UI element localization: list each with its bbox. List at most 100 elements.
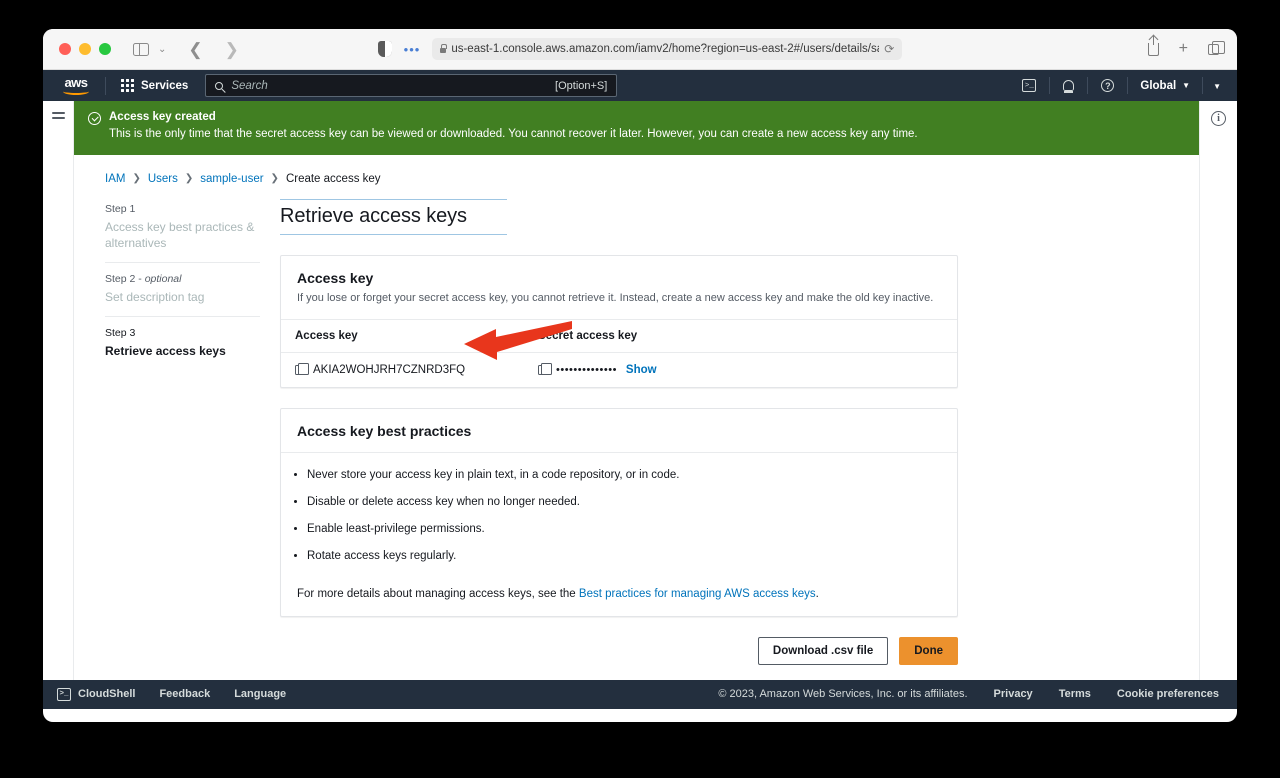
more-details-suffix: . <box>815 587 819 600</box>
right-rail-top: i <box>1199 101 1237 155</box>
table-row: AKIA2WOHJRH7CZNRD3FQ •••••••••••••• Show <box>281 353 957 387</box>
close-window-button[interactable] <box>59 43 71 55</box>
cloudshell-icon: >_ <box>57 687 71 701</box>
search-input[interactable]: Search [Option+S] <box>205 74 618 97</box>
best-practices-link[interactable]: Best practices for managing AWS access k… <box>579 588 816 600</box>
banner-title: Access key created <box>109 111 216 123</box>
back-chevron-icon[interactable]: ❮ <box>188 41 202 58</box>
breadcrumb: IAM ❯ Users ❯ sample-user ❯ Create acces… <box>74 155 1199 185</box>
access-key-id-value: AKIA2WOHJRH7CZNRD3FQ <box>313 363 466 376</box>
maximize-window-button[interactable] <box>99 43 111 55</box>
hamburger-menu-icon[interactable] <box>51 112 65 155</box>
tabs-icon[interactable] <box>1208 41 1225 55</box>
step-1-name: Access key best practices & alternatives <box>105 219 255 251</box>
share-icon[interactable] <box>1147 35 1159 56</box>
best-practices-card-header: Access key best practices <box>281 409 957 453</box>
help-icon: ? <box>1101 79 1115 92</box>
step-2-name: Set description tag <box>105 290 205 305</box>
help-button[interactable]: ? <box>1088 70 1127 101</box>
reader-toggle-icon[interactable] <box>377 41 392 57</box>
wizard-step-1[interactable]: Step 1 Access key best practices & alter… <box>105 199 260 263</box>
grid-icon <box>121 79 134 92</box>
notifications-button[interactable] <box>1050 70 1087 101</box>
nav-divider <box>105 76 106 95</box>
footer-right: © 2023, Amazon Web Services, Inc. or its… <box>718 688 1219 700</box>
footer-cookie-link[interactable]: Cookie preferences <box>1117 688 1219 700</box>
minimize-window-button[interactable] <box>79 43 91 55</box>
chevron-down-icon[interactable]: ⌄ <box>158 44 166 55</box>
download-csv-button[interactable]: Download .csv file <box>757 636 889 665</box>
access-key-card-header: Access key If you lose or forget your se… <box>281 256 957 320</box>
breadcrumb-item-users[interactable]: Users <box>148 173 178 185</box>
search-shortcut-hint: [Option+S] <box>555 79 608 92</box>
show-secret-link[interactable]: Show <box>626 364 657 376</box>
footer-terms-link[interactable]: Terms <box>1059 688 1091 700</box>
secret-masked-value: •••••••••••••• <box>556 363 617 376</box>
footer-privacy-link[interactable]: Privacy <box>994 688 1033 700</box>
footer-language-link[interactable]: Language <box>234 688 286 700</box>
address-bar[interactable]: us-east-1.console.aws.amazon.com/iamv2/h… <box>432 38 903 60</box>
console-footer: >_ CloudShell Feedback Language © 2023, … <box>43 679 1237 709</box>
toolbar-right-actions: + <box>1147 35 1225 57</box>
wizard-step-3[interactable]: Step 3 Retrieve access keys <box>105 315 260 370</box>
main-column: Retrieve access keys Access key If you l… <box>280 198 958 665</box>
secret-access-key-cell: •••••••••••••• Show <box>524 363 957 376</box>
aws-logo[interactable]: aws <box>57 76 95 95</box>
search-placeholder: Search <box>231 79 268 92</box>
right-rail <box>1199 154 1237 680</box>
reload-icon[interactable]: ⟳ <box>884 42 894 56</box>
list-item: Disable or delete access key when no lon… <box>307 495 941 510</box>
access-key-card-description: If you lose or forget your secret access… <box>297 291 934 304</box>
breadcrumb-separator: ❯ <box>132 173 141 185</box>
footer-cloudshell-button[interactable]: >_ CloudShell <box>57 687 135 701</box>
breadcrumb-item-iam[interactable]: IAM <box>105 173 125 185</box>
window-controls[interactable] <box>59 43 111 55</box>
best-practices-card: Access key best practices Never store yo… <box>280 407 958 617</box>
notification-banner-row: Access key created This is the only time… <box>43 101 1237 155</box>
browser-window: ⌄ ❮ ❯ ••• us-east-1.console.aws.amazon.c… <box>43 29 1237 722</box>
nav-right-group: >_ ? Global ▼ ▼ <box>1009 70 1237 101</box>
region-selector[interactable]: Global ▼ <box>1128 80 1202 92</box>
page-title: Retrieve access keys <box>280 198 507 235</box>
access-key-cell: AKIA2WOHJRH7CZNRD3FQ <box>281 363 524 376</box>
step-3-label: Step 3 <box>105 326 136 339</box>
services-menu-button[interactable]: Services <box>116 76 193 95</box>
more-details-prefix: For more details about managing access k… <box>297 587 579 600</box>
aws-smile-icon <box>63 88 89 95</box>
step-2-optional-text: optional <box>144 273 182 286</box>
search-icon <box>215 81 224 90</box>
cloudshell-icon: >_ <box>1022 79 1037 92</box>
breadcrumb-item-sample-user[interactable]: sample-user <box>200 173 263 185</box>
chevron-down-icon: ▼ <box>1182 81 1191 90</box>
footer-feedback-link[interactable]: Feedback <box>159 688 210 700</box>
forward-chevron-icon[interactable]: ❯ <box>225 41 239 58</box>
wizard-step-2[interactable]: Step 2 - optional Set description tag <box>105 262 260 316</box>
table-header: Access key Secret access key <box>281 320 957 353</box>
info-icon[interactable]: i <box>1211 111 1226 126</box>
copy-icon[interactable] <box>538 363 553 376</box>
services-label: Services <box>141 79 189 92</box>
extensions-icon[interactable]: ••• <box>404 43 421 56</box>
region-label: Global <box>1140 79 1177 92</box>
bell-icon <box>1063 80 1075 93</box>
url-text: us-east-1.console.aws.amazon.com/iamv2/h… <box>451 43 880 55</box>
page-content: IAM ❯ Users ❯ sample-user ❯ Create acces… <box>74 155 1199 680</box>
step-2-label-text: Step 2 - <box>105 273 145 286</box>
sidebar-toggle-icon[interactable] <box>133 42 149 56</box>
content-columns: Step 1 Access key best practices & alter… <box>74 198 1199 665</box>
plus-icon[interactable]: + <box>1179 41 1188 57</box>
footer-left: >_ CloudShell Feedback Language <box>57 687 286 701</box>
cloudshell-button[interactable]: >_ <box>1009 70 1049 101</box>
done-button[interactable]: Done <box>899 636 958 665</box>
step-3-name: Retrieve access keys <box>105 343 226 358</box>
browser-toolbar: ⌄ ❮ ❯ ••• us-east-1.console.aws.amazon.c… <box>43 29 1237 70</box>
footer-copyright: © 2023, Amazon Web Services, Inc. or its… <box>718 688 968 701</box>
column-header-secret-access-key: Secret access key <box>538 329 638 342</box>
banner-body: This is the only time that the secret ac… <box>109 128 918 140</box>
more-details-text: For more details about managing access k… <box>281 584 957 616</box>
copy-icon[interactable] <box>295 363 310 376</box>
step-1-label: Step 1 <box>105 202 136 215</box>
list-item: Enable least-privilege permissions. <box>307 522 941 537</box>
desktop-background: ⌄ ❮ ❯ ••• us-east-1.console.aws.amazon.c… <box>0 0 1280 778</box>
account-menu-button[interactable]: ▼ <box>1203 81 1237 91</box>
